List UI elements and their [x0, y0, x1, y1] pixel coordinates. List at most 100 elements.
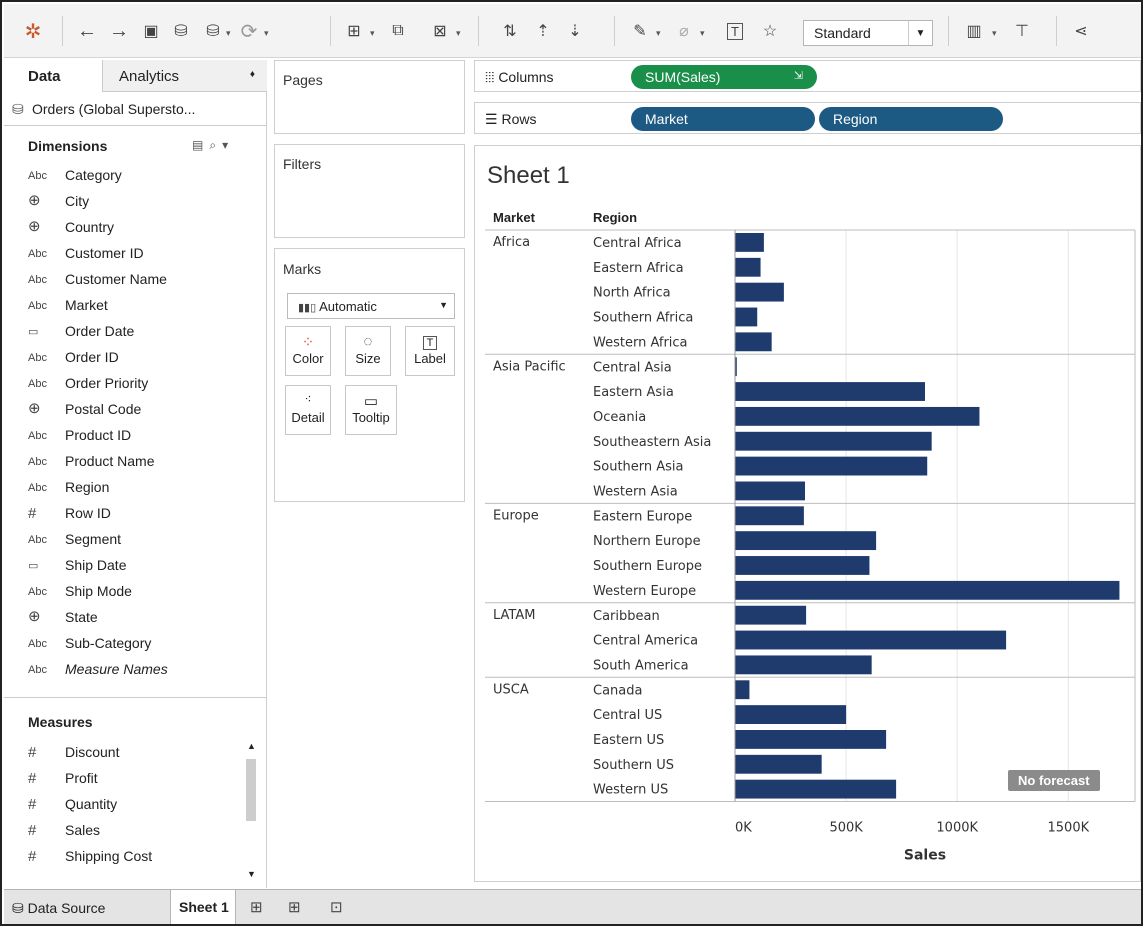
group-icon[interactable]: ⌀ [672, 16, 696, 46]
refresh-icon[interactable]: ⟳ [236, 16, 262, 46]
field-item[interactable]: Abc Region [4, 477, 266, 503]
show-me-icon[interactable]: ▥ [960, 16, 988, 46]
bar[interactable] [735, 779, 897, 799]
pill-sum-sales[interactable]: SUM(Sales) ⇲ [631, 65, 817, 89]
field-item[interactable]: Abc Segment [4, 529, 266, 555]
field-item[interactable]: # Shipping Cost [4, 846, 266, 872]
field-item[interactable]: Abc Customer ID [4, 243, 266, 269]
pages-card[interactable]: Pages [274, 60, 465, 134]
tab-analytics[interactable]: Analytics ♦ [103, 60, 267, 91]
measures-scrollbar[interactable]: ▲ ▼ [245, 741, 257, 885]
bar[interactable] [735, 630, 1007, 650]
field-item[interactable]: # Quantity [4, 794, 266, 820]
field-item[interactable]: ▭ Ship Date [4, 555, 266, 581]
bar[interactable] [735, 730, 887, 749]
field-item[interactable]: # Row ID [4, 503, 266, 529]
field-item[interactable]: Abc Sub-Category [4, 633, 266, 659]
back-icon[interactable]: ← [74, 16, 100, 46]
bar[interactable] [735, 754, 822, 774]
bar[interactable] [735, 531, 877, 551]
tab-data[interactable]: Data [4, 60, 103, 92]
field-item[interactable]: # Sales [4, 820, 266, 846]
bar[interactable] [735, 506, 804, 526]
rows-shelf[interactable]: ☰ Rows Market Region [474, 102, 1141, 134]
bar[interactable] [735, 556, 870, 575]
field-item[interactable]: Abc Ship Mode [4, 581, 266, 607]
fit-dropdown[interactable]: Standard ▼ [803, 20, 933, 46]
field-item[interactable]: Abc Product ID [4, 425, 266, 451]
tooltip-button[interactable]: ▭ Tooltip [345, 385, 397, 435]
highlight-icon[interactable]: ✎ [628, 16, 652, 46]
bar[interactable] [735, 382, 925, 401]
datasource-item[interactable]: ⛁ Orders (Global Supersto... [4, 93, 267, 126]
dropdown-arrow-icon[interactable]: ▾ [456, 28, 461, 39]
field-item[interactable]: Abc Order Priority [4, 373, 266, 399]
field-item[interactable]: Abc Measure Names [4, 659, 266, 685]
bar[interactable] [735, 406, 980, 426]
new-story-icon[interactable]: ⊡ [330, 898, 343, 916]
scroll-thumb[interactable] [246, 759, 256, 821]
field-item[interactable]: ⊕ State [4, 607, 266, 633]
share-icon[interactable]: ⋖ [1068, 16, 1094, 46]
bar[interactable] [735, 680, 750, 700]
bar[interactable] [735, 605, 807, 625]
scroll-down-icon[interactable]: ▼ [247, 869, 256, 879]
dropdown-arrow-icon[interactable]: ▾ [370, 28, 375, 39]
search-icon[interactable]: ⌕ [209, 138, 216, 153]
new-worksheet-icon[interactable]: ⊞ [250, 898, 263, 916]
field-item[interactable]: ⊕ Postal Code [4, 399, 266, 425]
presentation-icon[interactable]: ⊤ [1008, 16, 1036, 46]
columns-shelf[interactable]: ⦙⦙⦙ Columns SUM(Sales) ⇲ [474, 60, 1141, 92]
mark-type-dropdown[interactable]: ▮▮▯ Automatic ▼ [287, 293, 455, 319]
label-button[interactable]: T Label [405, 326, 455, 376]
bar[interactable] [735, 257, 761, 277]
pill-region[interactable]: Region [819, 107, 1003, 131]
tab-data-source[interactable]: ⛁ Data Source [4, 890, 164, 924]
labels-icon[interactable]: T [724, 16, 746, 46]
bar[interactable] [735, 233, 764, 252]
scroll-up-icon[interactable]: ▲ [247, 741, 256, 751]
bar[interactable] [735, 481, 805, 501]
bar[interactable] [735, 655, 872, 675]
field-item[interactable]: Abc Market [4, 295, 266, 321]
bar[interactable] [735, 282, 784, 302]
tableau-logo-icon[interactable]: ✲ [18, 16, 48, 46]
bar[interactable] [735, 705, 847, 724]
bar[interactable] [735, 332, 772, 352]
field-item[interactable]: # Discount [4, 742, 266, 768]
pause-updates-icon[interactable]: ⛁ [200, 16, 226, 46]
dropdown-arrow-icon[interactable]: ▾ [656, 28, 661, 39]
new-worksheet-icon[interactable]: ⊞ [340, 16, 368, 46]
dropdown-arrow-icon[interactable]: ▾ [264, 28, 269, 39]
field-item[interactable]: ▭ Order Date [4, 321, 266, 347]
duplicate-sheet-icon[interactable]: ⧉ [384, 16, 412, 46]
clear-sheet-icon[interactable]: ⊠ [426, 16, 454, 46]
bar[interactable] [735, 307, 758, 327]
dropdown-arrow-icon[interactable]: ▾ [226, 28, 231, 39]
view-list-icon[interactable]: ▤ [192, 138, 203, 153]
sort-desc-icon[interactable]: ⇣ [562, 16, 588, 46]
dropdown-arrow-icon[interactable]: ▾ [992, 28, 997, 39]
detail-button[interactable]: ⁖ Detail [285, 385, 331, 435]
new-datasource-icon[interactable]: ⛁ [168, 16, 194, 46]
swap-icon[interactable]: ⇅ [496, 16, 524, 46]
sort-asc-icon[interactable]: ⇡ [530, 16, 556, 46]
pin-icon[interactable]: ☆ [758, 16, 782, 46]
bar[interactable] [735, 456, 928, 476]
field-item[interactable]: ⊕ City [4, 191, 266, 217]
pill-market[interactable]: Market [631, 107, 815, 131]
color-button[interactable]: ⁘ Color [285, 326, 331, 376]
filters-card[interactable]: Filters [274, 144, 465, 238]
new-dashboard-icon[interactable]: ⊞ [288, 898, 301, 916]
tab-sheet-1[interactable]: Sheet 1 [170, 890, 236, 924]
field-item[interactable]: ⊕ Country [4, 217, 266, 243]
field-item[interactable]: Abc Customer Name [4, 269, 266, 295]
bar[interactable] [735, 431, 932, 451]
field-item[interactable]: Abc Order ID [4, 347, 266, 373]
dropdown-arrow-icon[interactable]: ▾ [700, 28, 705, 39]
field-item[interactable]: Abc Product Name [4, 451, 266, 477]
field-item[interactable]: # Profit [4, 768, 266, 794]
bar[interactable] [735, 580, 1120, 600]
save-icon[interactable]: ▣ [138, 16, 164, 46]
chevron-down-icon[interactable]: ▾ [222, 138, 228, 153]
